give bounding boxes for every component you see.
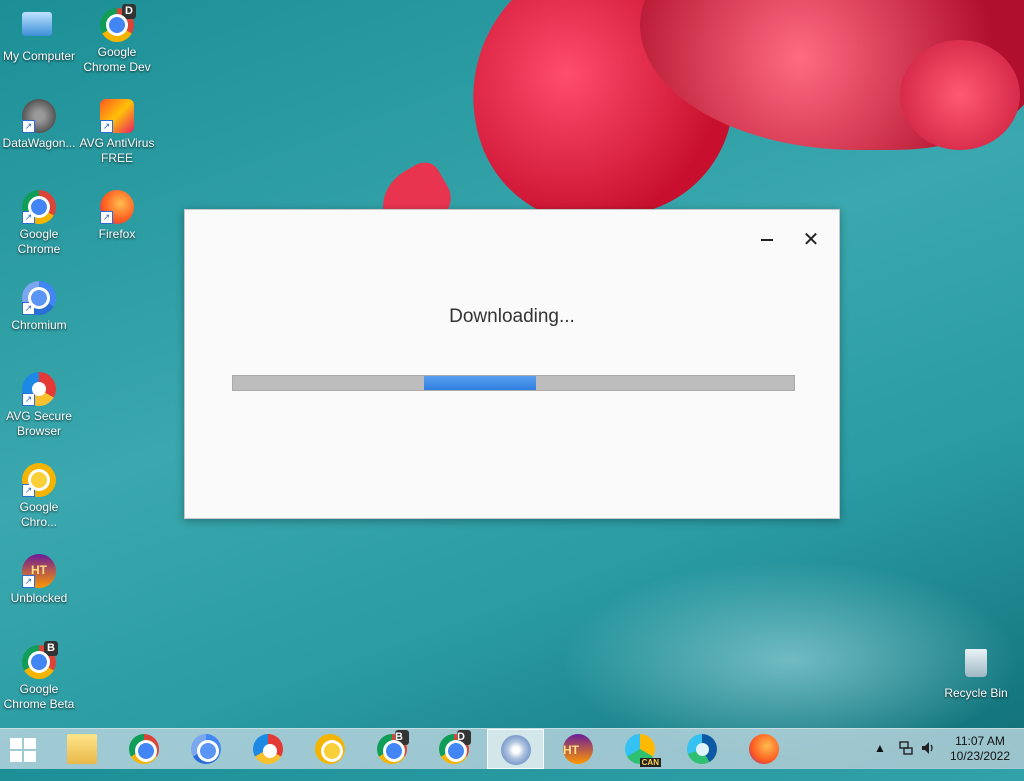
taskbar-avg-secure-browser[interactable] xyxy=(240,729,294,769)
chrome-beta-icon: B xyxy=(377,730,409,764)
desktop-icon-google-chrome[interactable]: ↗ Google Chrome xyxy=(0,190,78,257)
close-button[interactable]: ✕ xyxy=(797,228,825,252)
progress-bar-fill xyxy=(423,376,536,390)
datawagon-icon: ↗ xyxy=(22,99,56,133)
minimize-button[interactable] xyxy=(753,228,781,252)
taskbar: B D CAN ▲ 11:07 AM 10/23/2022 xyxy=(0,728,1024,769)
network-icon xyxy=(899,741,913,755)
desktop-icon-avg-secure-browser[interactable]: ↗ AVG Secure Browser xyxy=(0,372,78,439)
edge-canary-icon: CAN xyxy=(625,734,661,767)
taskbar-chrome-beta[interactable]: B xyxy=(364,729,418,769)
desktop-icon-chromium[interactable]: ↗ Chromium xyxy=(0,281,78,333)
taskbar-edge[interactable] xyxy=(674,729,728,769)
desktop-icon-chrome-dev[interactable]: D Google Chrome Dev xyxy=(78,4,156,75)
network-button[interactable] xyxy=(898,740,914,755)
chromium-icon xyxy=(191,734,221,764)
download-dialog: ✕ Downloading... xyxy=(184,209,840,519)
chrome-canary-icon xyxy=(315,734,345,764)
unblocked-icon xyxy=(563,734,597,764)
wallpaper-petal xyxy=(900,40,1020,150)
windows-logo-icon xyxy=(10,738,36,762)
desktop-icon-datawagon[interactable]: ↗ DataWagon... xyxy=(0,99,78,151)
desktop-icon-label: AVG Secure Browser xyxy=(6,409,72,438)
desktop-icon-label: Unblocked xyxy=(10,591,68,605)
download-status-text: Downloading... xyxy=(449,306,575,327)
desktop-icon-label: Google Chrome Beta xyxy=(3,682,75,711)
avg-secure-browser-icon: ↗ xyxy=(22,372,56,406)
chromium-icon: ↗ xyxy=(22,281,56,315)
chrome-icon: ↗ xyxy=(22,190,56,224)
show-hidden-icons-button[interactable]: ▲ xyxy=(874,741,886,781)
firefox-icon: ↗ xyxy=(100,190,134,224)
desktop-icon-my-computer[interactable]: My Computer xyxy=(0,8,78,64)
desktop-icon-firefox[interactable]: ↗ Firefox xyxy=(78,190,156,242)
avg-antivirus-icon: ↗ xyxy=(100,99,134,133)
taskbar-edge-canary[interactable]: CAN xyxy=(612,729,666,769)
speaker-icon xyxy=(922,742,933,754)
chrome-dev-icon: D xyxy=(439,730,471,764)
chrome-dev-icon: D xyxy=(100,4,136,42)
avg-secure-browser-icon xyxy=(253,734,283,764)
folder-icon xyxy=(67,734,97,764)
taskbar-file-explorer[interactable] xyxy=(54,729,108,769)
installer-disc-icon xyxy=(501,735,531,765)
desktop-icon-recycle-bin[interactable]: Recycle Bin xyxy=(937,645,1015,701)
start-button[interactable] xyxy=(0,729,54,769)
desktop-icon-label: Google Chrome xyxy=(17,227,61,256)
computer-icon xyxy=(22,12,52,36)
desktop-icon-label: Chromium xyxy=(11,318,67,332)
taskbar-chrome-canary[interactable] xyxy=(302,729,356,769)
desktop-icon-unblocked[interactable]: ↗ Unblocked xyxy=(0,554,78,606)
firefox-icon xyxy=(749,734,779,764)
desktop-icon-avg-antivirus[interactable]: ↗ AVG AntiVirus FREE xyxy=(78,99,156,166)
taskbar-chromium[interactable] xyxy=(178,729,232,769)
chevron-up-icon: ▲ xyxy=(874,741,886,755)
desktop-icon-label: Recycle Bin xyxy=(944,686,1008,700)
desktop-icon-label: My Computer xyxy=(2,49,76,63)
taskbar-google-chrome[interactable] xyxy=(116,729,170,769)
desktop-icon-label: DataWagon... xyxy=(2,136,76,150)
desktop-icon-label: Google Chro... xyxy=(19,500,59,529)
unblocked-icon: ↗ xyxy=(22,554,56,588)
edge-icon xyxy=(687,734,717,764)
desktop-icon-google-chrome-canary[interactable]: ↗ Google Chro... xyxy=(0,463,78,530)
clock-time: 11:07 AM xyxy=(955,734,1005,748)
taskbar-chrome-dev[interactable]: D xyxy=(426,729,480,769)
download-progress-bar xyxy=(232,375,795,391)
chrome-beta-icon: B xyxy=(22,641,58,679)
clock-date: 10/23/2022 xyxy=(949,749,1011,763)
volume-button[interactable] xyxy=(920,740,936,780)
clock[interactable]: 11:07 AM 10/23/2022 xyxy=(940,734,1020,764)
desktop-icon-chrome-beta[interactable]: B Google Chrome Beta xyxy=(0,641,78,712)
desktop-icon-label: Firefox xyxy=(98,227,136,241)
desktop-icon-label: Google Chrome Dev xyxy=(83,45,151,74)
recycle-bin-icon xyxy=(965,649,987,677)
taskbar-firefox[interactable] xyxy=(736,729,790,769)
chrome-canary-icon: ↗ xyxy=(22,463,56,497)
desktop-icon-label: AVG AntiVirus FREE xyxy=(79,136,155,165)
taskbar-installer[interactable] xyxy=(487,729,544,769)
taskbar-unblocked[interactable] xyxy=(550,729,604,769)
chrome-icon xyxy=(129,734,159,764)
